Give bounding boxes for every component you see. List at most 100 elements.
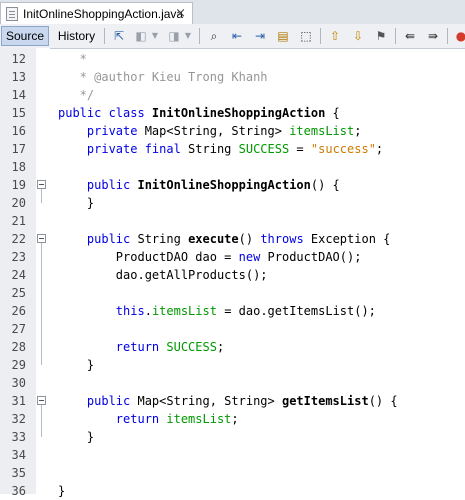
code-token: = dao.getItemsList(); bbox=[216, 304, 376, 318]
code-token: SUCCESS bbox=[166, 340, 217, 354]
code-line[interactable]: } bbox=[58, 482, 65, 500]
toolbar-separator bbox=[395, 28, 396, 44]
code-token: ; bbox=[354, 124, 362, 138]
code-line[interactable]: * bbox=[58, 50, 87, 68]
code-token: InitOnlineShoppingAction bbox=[151, 106, 326, 120]
find-previous-icon[interactable]: ⇤ bbox=[229, 28, 245, 44]
toggle-highlight-icon[interactable]: ▤ bbox=[275, 28, 291, 44]
dropdown-icon[interactable]: ▼ bbox=[183, 28, 193, 44]
code-token: getItemsList bbox=[281, 394, 369, 408]
code-line[interactable]: public String execute() throws Exception… bbox=[58, 230, 391, 248]
shift-right-icon[interactable]: ⇛ bbox=[425, 28, 441, 44]
code-token: } bbox=[58, 430, 95, 444]
code-line[interactable]: public class InitOnlineShoppingAction { bbox=[58, 104, 340, 122]
code-line[interactable]: public Map<String, String> getItemsList(… bbox=[58, 392, 398, 410]
line-number: 21 bbox=[11, 214, 26, 228]
code-token: dao.getAllProducts(); bbox=[58, 268, 268, 282]
code-line[interactable]: * @author Kieu Trong Khanh bbox=[58, 68, 268, 86]
line-number: 34 bbox=[11, 448, 26, 462]
code-token: String bbox=[188, 142, 239, 156]
code-token: = bbox=[289, 142, 311, 156]
code-token: new bbox=[238, 250, 261, 264]
forward-icon[interactable]: ◨ bbox=[166, 28, 182, 44]
collapse-fold-icon[interactable] bbox=[37, 396, 46, 405]
dropdown-icon[interactable]: ▼ bbox=[150, 28, 160, 44]
code-token: ; bbox=[216, 340, 225, 354]
code-token: return bbox=[58, 340, 167, 354]
line-number: 12 bbox=[11, 52, 26, 66]
line-number-gutter: 12 13 14 15 16 17 18 19 20 21 22 23 24 25 26 27 28 29 30 31… bbox=[0, 48, 37, 498]
code-token: InitOnlineShoppingAction bbox=[137, 178, 311, 192]
find-icon[interactable]: ⌕ bbox=[206, 28, 222, 44]
line-number: 20 bbox=[11, 196, 26, 210]
toolbar-separator bbox=[447, 28, 448, 44]
code-token: execute bbox=[188, 232, 239, 246]
stop-macro-icon[interactable]: ● bbox=[453, 28, 465, 44]
history-view-button[interactable]: History bbox=[53, 26, 100, 46]
code-token: ProductDAO(); bbox=[260, 250, 362, 264]
code-line[interactable]: } bbox=[58, 428, 94, 446]
editor-tab-bar: InitOnlineShoppingAction.java × bbox=[0, 0, 465, 25]
toggle-bookmark-icon[interactable]: ⚑ bbox=[373, 28, 389, 44]
line-number: 31 bbox=[11, 394, 26, 408]
line-number: 23 bbox=[11, 250, 26, 264]
next-bookmark-icon[interactable]: ⇩ bbox=[350, 28, 366, 44]
code-token: Map<String, String> bbox=[144, 124, 290, 138]
line-number: 33 bbox=[11, 430, 26, 444]
code-line[interactable]: public InitOnlineShoppingAction() { bbox=[58, 176, 340, 194]
code-line[interactable]: return SUCCESS; bbox=[58, 338, 224, 356]
line-number: 24 bbox=[11, 268, 26, 282]
fold-guide bbox=[41, 243, 42, 365]
toolbar-separator bbox=[199, 28, 200, 44]
line-number: 28 bbox=[11, 340, 26, 354]
code-line[interactable]: return itemsList; bbox=[58, 410, 239, 428]
code-token: "success" bbox=[310, 142, 376, 156]
find-next-icon[interactable]: ⇥ bbox=[252, 28, 268, 44]
code-line[interactable]: } bbox=[58, 194, 94, 212]
code-line[interactable]: dao.getAllProducts(); bbox=[58, 266, 268, 284]
code-token: } bbox=[58, 196, 95, 210]
toggle-rect-select-icon[interactable]: ⬚ bbox=[298, 28, 314, 44]
code-token: private final bbox=[58, 142, 189, 156]
code-line[interactable]: */ bbox=[58, 86, 94, 104]
line-number: 17 bbox=[11, 142, 26, 156]
last-edit-icon[interactable]: ⇱ bbox=[111, 28, 127, 44]
shift-left-icon[interactable]: ⇚ bbox=[402, 28, 418, 44]
code-token: return bbox=[58, 412, 167, 426]
line-number: 13 bbox=[11, 70, 26, 84]
toolbar-separator bbox=[320, 28, 321, 44]
code-line[interactable]: } bbox=[58, 356, 94, 374]
code-token: this bbox=[58, 304, 145, 318]
file-tab-title[interactable]: InitOnlineShoppingAction.java bbox=[23, 7, 183, 21]
code-token: throws bbox=[260, 232, 304, 246]
code-token: public bbox=[58, 394, 138, 408]
code-token: () { bbox=[368, 394, 398, 408]
code-token: . bbox=[144, 304, 152, 318]
code-token: */ bbox=[58, 88, 95, 102]
code-token: * @author Kieu Trong Khanh bbox=[58, 70, 268, 84]
code-line[interactable]: ProductDAO dao = new ProductDAO(); bbox=[58, 248, 362, 266]
line-number: 14 bbox=[11, 88, 26, 102]
line-number: 18 bbox=[11, 160, 26, 174]
back-icon[interactable]: ◧ bbox=[133, 28, 149, 44]
code-token: { bbox=[325, 106, 340, 120]
collapse-fold-icon[interactable] bbox=[37, 180, 46, 189]
close-tab-icon[interactable]: × bbox=[175, 6, 186, 21]
code-line[interactable]: this.itemsList = dao.getItemsList(); bbox=[58, 302, 376, 320]
code-token: itemsList bbox=[166, 412, 232, 426]
line-number: 22 bbox=[11, 232, 26, 246]
code-token: public bbox=[58, 232, 138, 246]
source-view-button[interactable]: Source bbox=[1, 26, 49, 46]
code-token: ; bbox=[231, 412, 239, 426]
code-token: Map<String, String> bbox=[137, 394, 282, 408]
collapse-fold-icon[interactable] bbox=[37, 234, 46, 243]
line-number: 16 bbox=[11, 124, 26, 138]
toolbar-separator bbox=[104, 28, 105, 44]
previous-bookmark-icon[interactable]: ⇧ bbox=[327, 28, 343, 44]
code-line[interactable]: private Map<String, String> itemsList; bbox=[58, 122, 362, 140]
line-number: 15 bbox=[11, 106, 26, 120]
code-line[interactable]: private final String SUCCESS = "success"… bbox=[58, 140, 383, 158]
file-tab[interactable]: InitOnlineShoppingAction.java × bbox=[0, 2, 193, 24]
fold-column bbox=[36, 48, 50, 494]
line-number: 36 bbox=[11, 484, 26, 498]
